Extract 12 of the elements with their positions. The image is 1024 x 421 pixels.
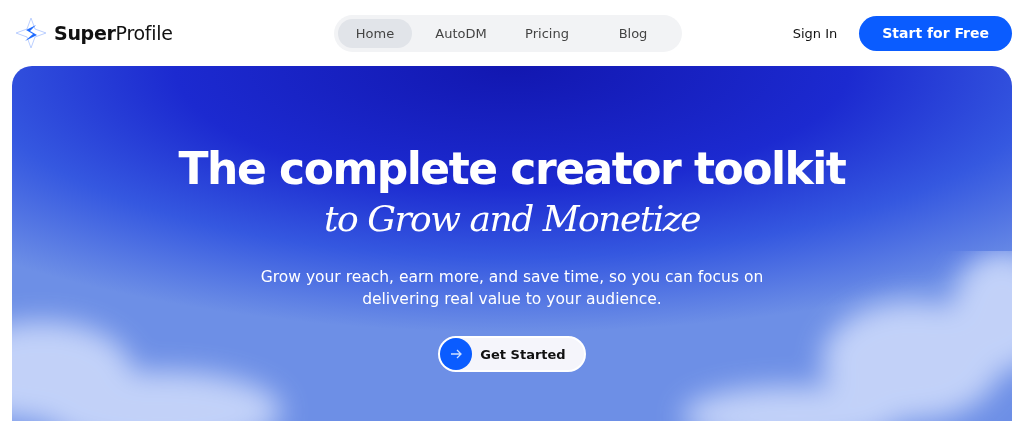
- nav-link[interactable]: Blog: [596, 18, 670, 48]
- logo-icon: [14, 16, 48, 50]
- nav-link[interactable]: AutoDM: [424, 18, 498, 48]
- nav-link[interactable]: Home: [338, 18, 412, 48]
- hero-title: The complete creator toolkit: [178, 144, 846, 194]
- get-started-button[interactable]: Get Started: [438, 336, 586, 372]
- hero-subtitle: to Grow and Monetize: [324, 197, 700, 241]
- nav-link[interactable]: Pricing: [510, 18, 584, 48]
- sign-in-link[interactable]: Sign In: [792, 25, 838, 41]
- brand-name: SuperProfile: [54, 22, 173, 44]
- start-button[interactable]: Start for Free: [859, 15, 1012, 51]
- hero-description: Grow your reach, earn more, and save time, so you can focus on delivering real value to your audience.: [259, 267, 765, 310]
